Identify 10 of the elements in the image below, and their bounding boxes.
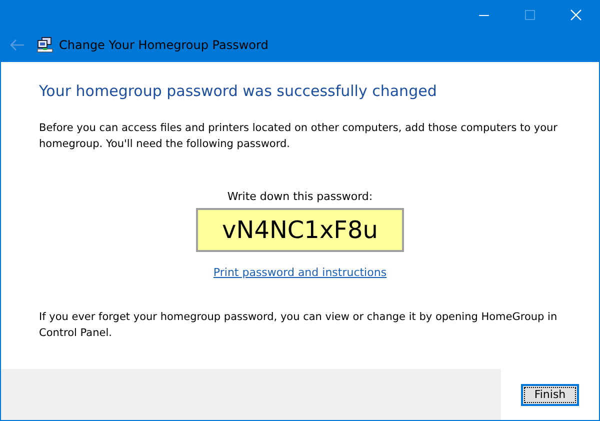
window-title: Change Your Homegroup Password <box>59 38 268 52</box>
network-computers-icon <box>37 37 53 53</box>
instruction-text: Before you can access files and printers located on other computers, add those computers to your homegroup. You'll need the following password. <box>39 121 559 152</box>
finish-button[interactable]: Finish <box>521 384 579 406</box>
close-icon[interactable] <box>570 9 582 21</box>
note-text: If you ever forget your homegroup password, you can view or change it by opening HomeGroup in Control Panel. <box>39 310 558 341</box>
password-label: Write down this password: <box>227 190 373 203</box>
heading: Your homegroup password was successfully changed <box>39 82 438 100</box>
print-link[interactable]: Print password and instructions <box>213 266 387 279</box>
password-display: vN4NC1xF8u <box>196 208 404 252</box>
